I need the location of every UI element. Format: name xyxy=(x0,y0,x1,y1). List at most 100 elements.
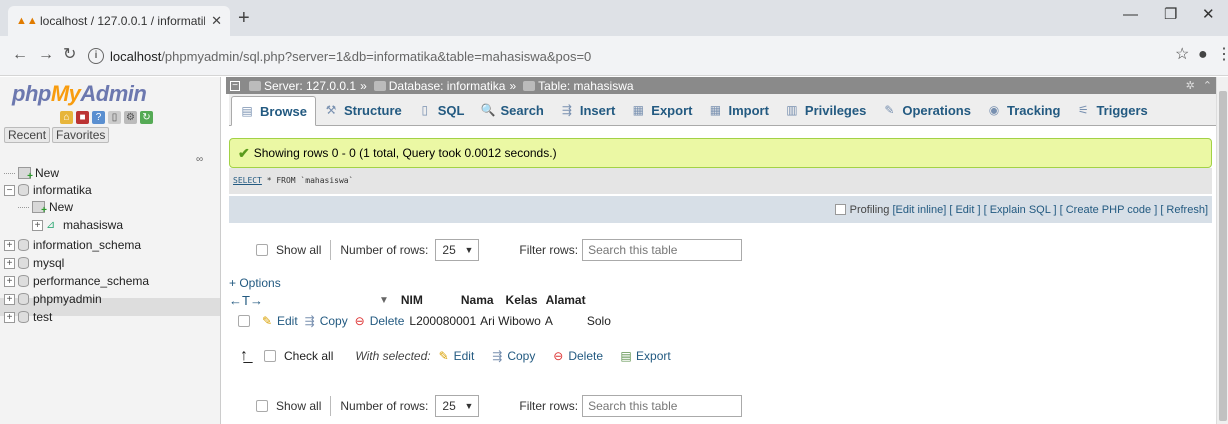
cell-nim[interactable]: L200080001 xyxy=(409,314,476,328)
database-icon xyxy=(18,311,29,323)
tree-item-new-table[interactable]: New xyxy=(18,199,73,216)
cell-nama[interactable]: Ari Wibowo xyxy=(480,314,541,328)
expand-icon[interactable]: + xyxy=(4,275,15,287)
settings-gear-icon[interactable]: ✲ xyxy=(1186,79,1195,92)
row-checkbox[interactable] xyxy=(238,315,250,327)
tree-item-mahasiswa[interactable]: + ⊿ mahasiswa xyxy=(32,217,123,233)
show-all-checkbox[interactable] xyxy=(256,400,268,412)
check-all-checkbox[interactable] xyxy=(264,350,276,362)
reload-nav-icon[interactable]: ↻ xyxy=(140,111,153,124)
star-icon[interactable]: ☆ xyxy=(1175,46,1189,64)
link-icon[interactable]: ∞ xyxy=(196,154,203,165)
tab-insert[interactable]: ⇶ Insert xyxy=(552,95,623,125)
home-icon[interactable]: ⌂ xyxy=(60,111,73,124)
tree-item-informatika[interactable]: − informatika xyxy=(4,182,92,198)
check-all-label[interactable]: Check all xyxy=(284,349,333,363)
bulk-delete-button[interactable]: ⊖ Delete xyxy=(551,349,603,363)
edit-link[interactable]: [ Edit ] xyxy=(949,204,980,216)
profiling-checkbox[interactable] xyxy=(834,204,846,215)
tree-item-new-db[interactable]: New xyxy=(4,165,59,182)
breadcrumb-table[interactable]: Table: mahasiswa xyxy=(538,79,633,93)
minimize-icon[interactable]: — xyxy=(1123,6,1138,24)
url-input[interactable]: i localhost/phpmyadmin/sql.php?server=1&… xyxy=(88,43,1170,69)
tree-item-mysql[interactable]: + mysql xyxy=(4,255,64,271)
tab-triggers[interactable]: ⚟ Triggers xyxy=(1068,95,1155,125)
table-row: ✎ Edit ⇶ Copy ⊖ Delete L200080001 Ari Wibow… xyxy=(238,312,611,330)
close-window-icon[interactable]: ✕ xyxy=(1202,6,1215,24)
reload-icon[interactable]: ↻ xyxy=(63,46,76,64)
rows-select[interactable]: 25 ▼ xyxy=(435,395,480,417)
new-icon xyxy=(18,167,33,182)
bulk-export-button[interactable]: ▤ Export xyxy=(619,349,670,363)
tab-operations[interactable]: ✎ Operations xyxy=(874,95,979,125)
phpmyadmin-logo[interactable]: phpMyAdmin xyxy=(12,81,147,107)
tree-item-phpmyadmin[interactable]: + phpmyadmin xyxy=(4,291,102,307)
browser-tab[interactable]: ▲▲ localhost / 127.0.0.1 / informatik ✕ xyxy=(8,6,230,36)
create-php-code-link[interactable]: [ Create PHP code ] xyxy=(1060,204,1158,216)
tab-structure[interactable]: ⚒ Structure xyxy=(316,95,410,125)
bulk-edit-button[interactable]: ✎ Edit xyxy=(437,349,475,363)
row-edit-link[interactable]: ✎ Edit xyxy=(260,314,298,328)
tab-privileges[interactable]: ▥ Privileges xyxy=(777,95,874,125)
favorites-button[interactable]: Favorites xyxy=(52,127,110,143)
settings-gear-icon[interactable]: ⚙ xyxy=(124,111,137,124)
search-table-input[interactable]: Search this table xyxy=(582,239,743,261)
tab-search[interactable]: 🔍 Search xyxy=(473,95,552,125)
row-delete-link[interactable]: ⊖ Delete xyxy=(353,314,405,328)
tab-sql[interactable]: ▯ SQL xyxy=(410,95,473,125)
recent-button[interactable]: Recent xyxy=(4,127,51,143)
cell-kelas[interactable]: A xyxy=(545,314,553,328)
refresh-link[interactable]: [ Refresh] xyxy=(1160,204,1208,216)
success-text: Showing rows 0 - 0 (1 total, Query took … xyxy=(253,146,557,160)
scrollbar[interactable] xyxy=(1216,77,1228,424)
column-header-alamat[interactable]: Alamat xyxy=(546,293,586,307)
options-link[interactable]: + Options xyxy=(229,276,281,290)
expand-icon[interactable]: + xyxy=(4,239,15,251)
tab-import[interactable]: ▦ Import xyxy=(700,95,776,125)
tab-browse[interactable]: ▤ Browse xyxy=(231,96,316,126)
edit-inline-link[interactable]: [Edit inline] xyxy=(892,204,946,216)
column-header-nama[interactable]: Nama xyxy=(461,293,494,307)
help-icon[interactable]: ? xyxy=(92,111,105,124)
tab-export[interactable]: ▦ Export xyxy=(623,95,700,125)
expand-icon[interactable]: + xyxy=(4,311,15,323)
profile-icon[interactable]: ● xyxy=(1198,46,1208,64)
column-header-nim[interactable]: NIM xyxy=(401,293,423,307)
menu-icon[interactable]: ⋮ xyxy=(1216,46,1228,64)
back-arrow-icon[interactable]: ← xyxy=(12,46,28,64)
new-tab-icon[interactable]: + xyxy=(238,8,250,28)
sort-icon[interactable]: ▼ xyxy=(379,295,389,306)
server-icon xyxy=(249,80,261,91)
breadcrumb-server[interactable]: Server: 127.0.0.1 xyxy=(264,79,356,93)
sql-select-keyword[interactable]: SELECT xyxy=(233,176,262,185)
docs-icon[interactable]: ▯ xyxy=(108,111,121,124)
collapse-icon[interactable]: − xyxy=(4,184,15,196)
scrollbar-thumb[interactable] xyxy=(1219,91,1227,421)
close-tab-icon[interactable]: ✕ xyxy=(211,13,222,29)
search-table-input[interactable]: Search this table xyxy=(582,395,743,417)
tree-item-test[interactable]: + test xyxy=(4,309,52,325)
info-icon[interactable]: i xyxy=(88,48,104,64)
tab-tracking[interactable]: ◉ Tracking xyxy=(979,95,1068,125)
rows-select[interactable]: 25 ▼ xyxy=(435,239,480,261)
expand-icon[interactable]: + xyxy=(32,219,43,231)
expand-icon[interactable]: + xyxy=(4,257,15,269)
forward-arrow-icon[interactable]: → xyxy=(38,46,54,64)
tree-item-information-schema[interactable]: + information_schema xyxy=(4,237,141,253)
show-all-checkbox[interactable] xyxy=(256,244,268,256)
nav-icons: ⌂ ■ ? ▯ ⚙ ↻ xyxy=(60,111,153,124)
bulk-copy-button[interactable]: ⇶ Copy xyxy=(490,349,535,363)
logout-icon[interactable]: ■ xyxy=(76,111,89,124)
explain-sql-link[interactable]: [ Explain SQL ] xyxy=(984,204,1057,216)
collapse-nav-icon[interactable]: − xyxy=(230,80,240,91)
breadcrumb-database[interactable]: Database: informatika xyxy=(389,79,506,93)
cell-alamat[interactable]: Solo xyxy=(587,314,611,328)
collapse-up-icon[interactable]: ⌃ xyxy=(1203,79,1212,92)
column-header-kelas[interactable]: Kelas xyxy=(506,293,538,307)
row-copy-link[interactable]: ⇶ Copy xyxy=(303,314,348,328)
breadcrumb: − Server: 127.0.0.1 » Database: informat… xyxy=(226,77,1216,94)
tree-item-performance-schema[interactable]: + performance_schema xyxy=(4,273,149,289)
restore-icon[interactable]: ❐ xyxy=(1164,6,1177,24)
expand-icon[interactable]: + xyxy=(4,293,15,305)
column-arrows-icon[interactable]: ←T→ xyxy=(229,293,263,308)
